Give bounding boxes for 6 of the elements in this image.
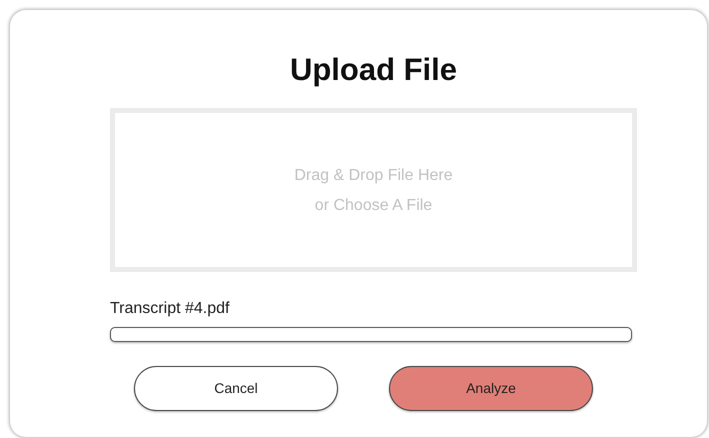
file-name: Transcript #4.pdf — [110, 299, 230, 319]
dialog-title: Upload File — [288, 51, 458, 89]
analyze-button[interactable]: Analyze — [389, 366, 593, 411]
cancel-button[interactable]: Cancel — [134, 366, 338, 411]
drop-hint: Drag & Drop File Here — [294, 166, 453, 186]
drop-hint: or Choose A File — [314, 196, 432, 216]
